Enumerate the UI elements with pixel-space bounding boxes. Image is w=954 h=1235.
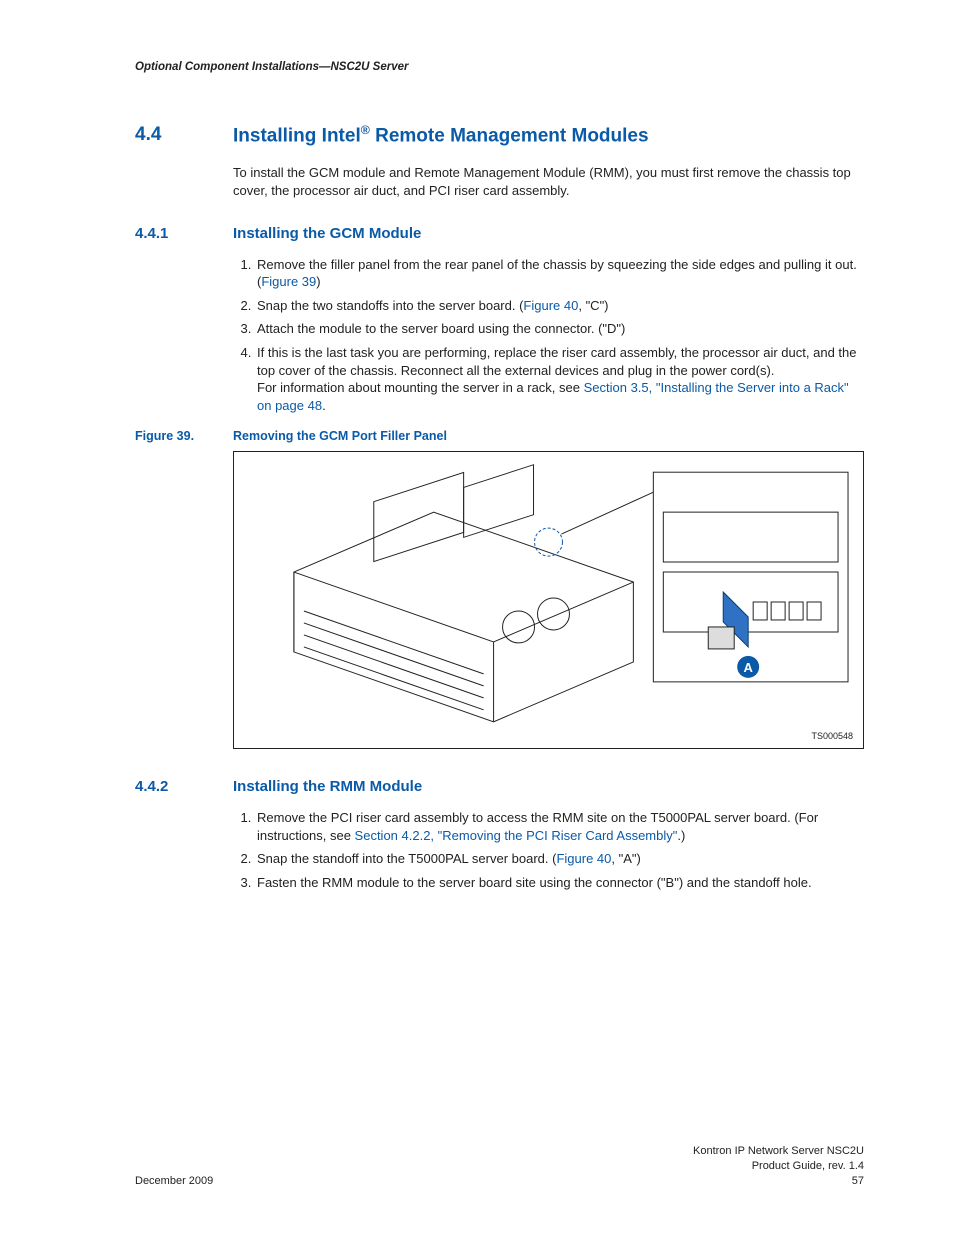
- step-item: Snap the two standoffs into the server b…: [255, 297, 864, 315]
- figure-caption: Figure 39. Removing the GCM Port Filler …: [135, 428, 864, 445]
- gcm-steps-list: Remove the filler panel from the rear pa…: [233, 256, 864, 414]
- step-item: Attach the module to the server board us…: [255, 320, 864, 338]
- section-intro: To install the GCM module and Remote Man…: [233, 164, 864, 199]
- subsection-heading-4-4-1: 4.4.1 Installing the GCM Module: [135, 224, 864, 244]
- xref-section-4-2-2[interactable]: Section 4.2.2, "Removing the PCI Riser C…: [355, 828, 678, 843]
- step-item: Remove the filler panel from the rear pa…: [255, 256, 864, 291]
- step-item: Snap the standoff into the T5000PAL serv…: [255, 850, 864, 868]
- section-title: Installing Intel® Remote Management Modu…: [233, 122, 649, 149]
- registered-mark: ®: [361, 123, 370, 137]
- footer-date: December 2009: [135, 1174, 213, 1189]
- footer-doc-name: Kontron IP Network Server NSC2U: [693, 1144, 864, 1159]
- section-heading-4-4: 4.4 Installing Intel® Remote Management …: [135, 122, 864, 149]
- rmm-steps-list: Remove the PCI riser card assembly to ac…: [233, 809, 864, 891]
- subsection-title: Installing the RMM Module: [233, 777, 422, 797]
- xref-figure-40[interactable]: Figure 40: [556, 851, 611, 866]
- xref-figure-40[interactable]: Figure 40: [523, 298, 578, 313]
- step-item: If this is the last task you are perform…: [255, 344, 864, 414]
- subsection-title: Installing the GCM Module: [233, 224, 421, 244]
- subsection-number: 4.4.1: [135, 224, 233, 244]
- figure-label: Figure 39.: [135, 428, 233, 445]
- step-item: Remove the PCI riser card assembly to ac…: [255, 809, 864, 844]
- section-number: 4.4: [135, 122, 233, 149]
- step-item: Fasten the RMM module to the server boar…: [255, 874, 864, 892]
- subsection-number: 4.4.2: [135, 777, 233, 797]
- figure-id: TS000548: [811, 730, 853, 742]
- footer-doc-rev: Product Guide, rev. 1.4: [693, 1159, 864, 1174]
- footer-page-number: 57: [693, 1174, 864, 1189]
- xref-figure-39[interactable]: Figure 39: [261, 274, 316, 289]
- callout-a-label: A: [743, 660, 753, 675]
- figure-39-image: A TS000548: [233, 451, 864, 749]
- server-chassis-illustration: A: [234, 452, 863, 748]
- subsection-heading-4-4-2: 4.4.2 Installing the RMM Module: [135, 777, 864, 797]
- figure-title: Removing the GCM Port Filler Panel: [233, 428, 447, 445]
- running-header: Optional Component Installations—NSC2U S…: [135, 60, 864, 76]
- page-footer: December 2009 Kontron IP Network Server …: [135, 1144, 864, 1189]
